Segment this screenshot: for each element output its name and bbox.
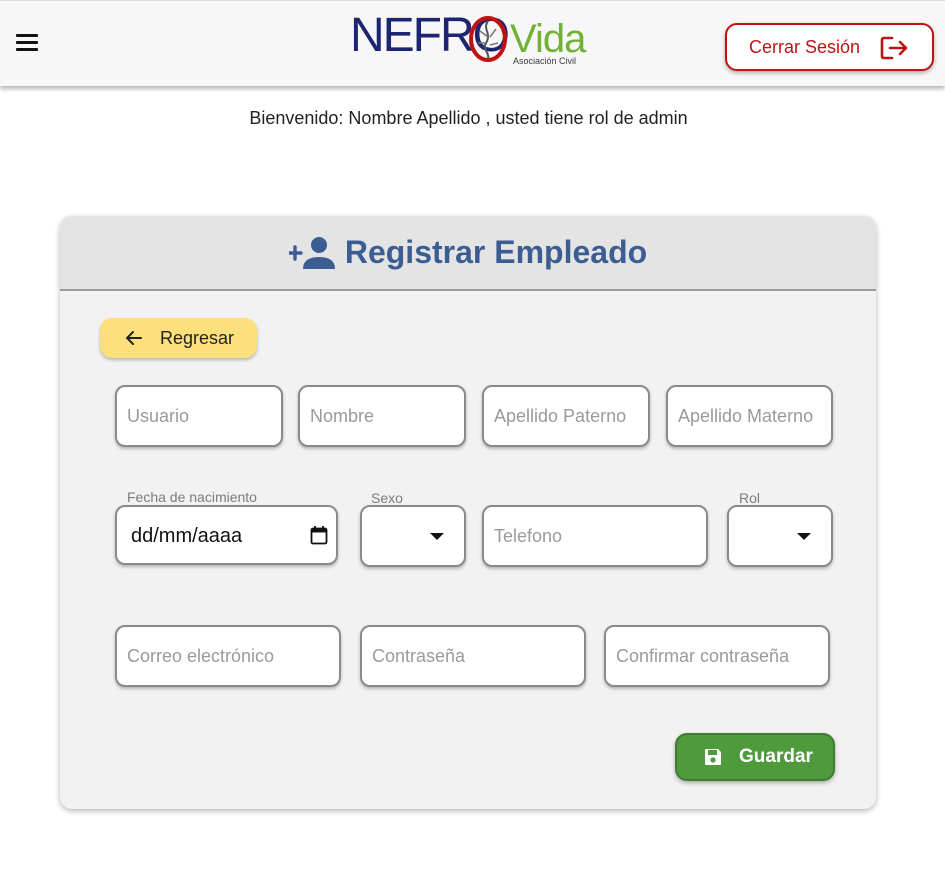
welcome-message: Bienvenido: Nombre Apellido , usted tien…	[249, 108, 688, 128]
confirmar-contrasena-input[interactable]	[606, 627, 828, 685]
menu-icon[interactable]	[14, 32, 40, 54]
card-header: Registrar Empleado	[60, 216, 876, 291]
logo-subtitle: Asociación Civil	[513, 56, 577, 66]
chevron-down-icon	[430, 533, 444, 540]
fecha-label: Fecha de nacimiento	[127, 489, 257, 505]
logout-icon	[880, 36, 908, 60]
logout-label: Cerrar Sesión	[749, 36, 861, 57]
fecha-nacimiento-input[interactable]: dd/mm/aaaa	[115, 505, 338, 565]
sexo-select[interactable]	[360, 505, 466, 567]
usuario-input[interactable]	[117, 387, 281, 445]
nefrovida-logo: NEFRO Vida Asociación Civil	[350, 9, 590, 73]
telefono-field	[482, 505, 708, 567]
add-user-icon	[288, 236, 335, 269]
apellido-materno-input[interactable]	[668, 387, 831, 445]
nombre-field	[298, 385, 466, 447]
contrasena-input[interactable]	[362, 627, 584, 685]
save-button-label: Guardar	[739, 746, 813, 767]
calendar-icon[interactable]	[310, 525, 328, 545]
rol-select[interactable]	[727, 505, 833, 567]
arrow-left-icon	[126, 331, 142, 345]
apellido-paterno-input[interactable]	[484, 387, 648, 445]
kidney-logo-mark-icon	[469, 16, 507, 62]
confirmar-contrasena-field	[604, 625, 830, 687]
correo-field	[115, 625, 341, 687]
page-title: Registrar Empleado	[344, 234, 648, 270]
contrasena-field	[360, 625, 586, 687]
save-button[interactable]: Guardar	[675, 733, 835, 781]
telefono-input[interactable]	[484, 507, 706, 565]
register-employee-card: Registrar Empleado Regresar Fecha de nac…	[60, 216, 876, 809]
save-icon	[705, 749, 721, 765]
chevron-down-icon	[797, 533, 811, 540]
logout-button[interactable]: Cerrar Sesión	[725, 23, 934, 71]
apellido-paterno-field	[482, 385, 650, 447]
back-button[interactable]: Regresar	[100, 318, 257, 358]
apellido-materno-field	[666, 385, 833, 447]
rol-label: Rol	[739, 490, 761, 506]
correo-input[interactable]	[117, 627, 339, 685]
nombre-input[interactable]	[300, 387, 464, 445]
usuario-field	[115, 385, 283, 447]
sexo-label: Sexo	[371, 490, 403, 506]
top-navbar: NEFRO Vida Asociación Civil Cerrar Sesió…	[0, 0, 945, 86]
date-value: dd/mm/aaaa	[131, 525, 243, 547]
back-button-label: Regresar	[160, 327, 235, 348]
